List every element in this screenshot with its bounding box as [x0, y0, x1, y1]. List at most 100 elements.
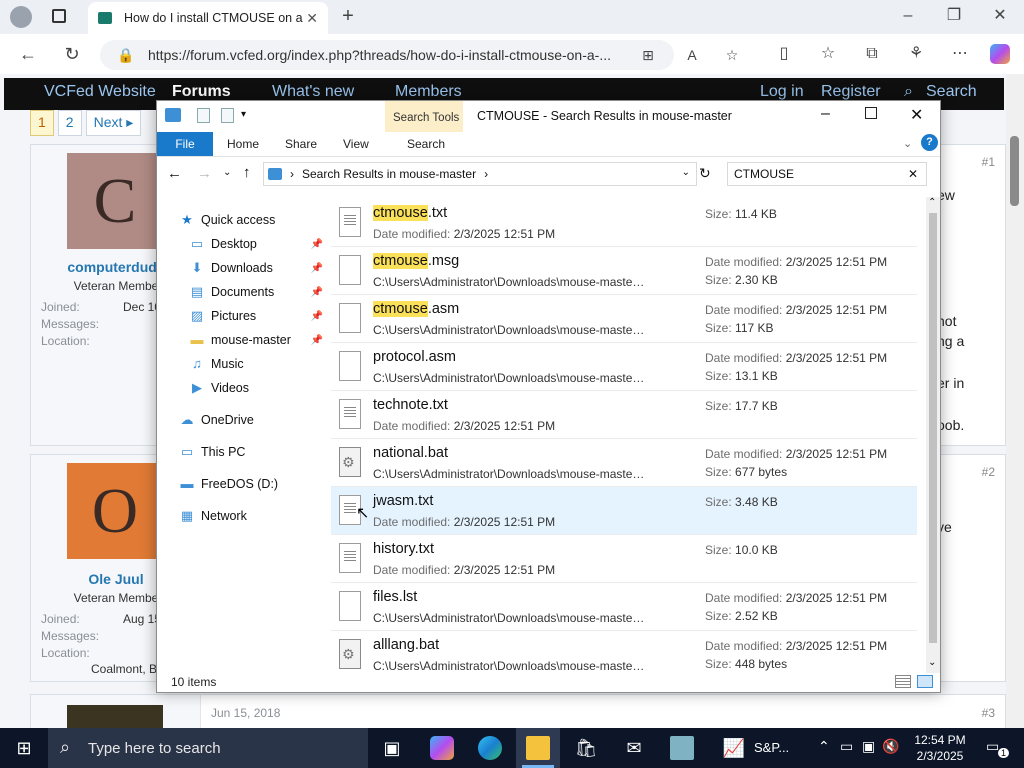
app-available-icon[interactable]: ⊞ — [636, 47, 660, 63]
pin-icon[interactable]: 📌 — [311, 239, 323, 250]
profile-icon[interactable] — [10, 6, 32, 28]
up-icon[interactable]: ↑ — [243, 164, 251, 181]
file-row[interactable]: ctmouse.asm C:\Users\Administrator\Downlo… — [331, 295, 917, 343]
avatar[interactable]: C — [67, 153, 163, 249]
address-dropdown-icon[interactable]: ⌄ — [682, 167, 690, 178]
extensions-icon[interactable]: ⚘ — [904, 46, 928, 62]
qat-dropdown-icon[interactable]: ▾ — [241, 109, 246, 120]
new-tab-icon[interactable]: + — [336, 6, 360, 26]
breadcrumb-item[interactable]: Search Results in mouse-master — [302, 167, 476, 181]
tab-search[interactable]: Search — [407, 137, 445, 151]
pin-icon[interactable]: 📌 — [311, 311, 323, 322]
tray-overflow-icon[interactable]: ⌃ — [818, 738, 830, 755]
nav-item-music[interactable]: ♫ Music — [189, 353, 323, 375]
file-list-scroll-thumb[interactable] — [929, 213, 937, 643]
page-1[interactable]: 1 — [30, 110, 54, 136]
stock-chart-icon[interactable]: 📈 — [722, 736, 746, 760]
nav-log-in[interactable]: Log in — [760, 83, 804, 101]
clock[interactable]: 12:54 PM 2/3/2025 — [900, 732, 980, 764]
details-view-icon[interactable] — [895, 675, 911, 688]
mail-icon[interactable]: ✉ — [622, 736, 646, 760]
file-row[interactable]: national.bat C:\Users\Administrator\Downl… — [331, 439, 917, 487]
nav-item-downloads[interactable]: ⬇ Downloads 📌 — [189, 257, 323, 279]
nav-vcfed-website[interactable]: VCFed Website — [44, 83, 156, 101]
stock-label[interactable]: S&P... — [754, 740, 789, 755]
task-view-icon[interactable]: ▣ — [380, 736, 404, 760]
file-row[interactable]: ctmouse.msg C:\Users\Administrator\Downlo… — [331, 247, 917, 295]
read-aloud-icon[interactable]: A — [680, 47, 704, 63]
tab-view[interactable]: View — [343, 137, 369, 151]
url-field[interactable]: 🔒 https://forum.vcfed.org/index.php?thre… — [100, 40, 738, 70]
forward-icon[interactable]: → — [197, 165, 212, 182]
file-row[interactable]: jwasm.txt Date modified: 2/3/2025 12:51 P… — [331, 487, 917, 535]
restore-icon[interactable]: ❐ — [942, 8, 966, 24]
pin-icon[interactable]: 📌 — [311, 263, 323, 274]
pin-icon[interactable]: 📌 — [311, 287, 323, 298]
avatar[interactable]: O — [67, 463, 163, 559]
close-tab-icon[interactable]: ✕ — [306, 10, 318, 27]
page-2[interactable]: 2 — [57, 110, 82, 136]
file-row[interactable]: ctmouse.txt Date modified: 2/3/2025 12:51… — [331, 199, 917, 247]
nav-whats-new[interactable]: What's new — [272, 83, 354, 101]
search-input[interactable]: CTMOUSE ✕ — [727, 162, 927, 186]
nav-register[interactable]: Register — [821, 83, 881, 101]
help-icon[interactable]: ? — [921, 134, 938, 151]
app-icon[interactable] — [670, 736, 694, 760]
store-icon[interactable]: 🛍 — [574, 736, 598, 760]
page-scroll-thumb[interactable] — [1010, 136, 1019, 206]
search-icon[interactable]: ⌕ — [904, 83, 913, 101]
favorites-icon[interactable]: ▯ — [772, 46, 796, 62]
nav-item-mouse-master[interactable]: ▬ mouse-master 📌 — [189, 329, 324, 351]
more-icon[interactable]: ⋯ — [948, 46, 972, 62]
start-windows-icon[interactable]: ⊞ — [12, 736, 36, 760]
collections-icon[interactable]: ☆ — [816, 46, 840, 62]
tab-file[interactable]: File — [157, 132, 213, 156]
new-folder-icon[interactable] — [221, 108, 234, 123]
maximize-icon[interactable] — [865, 107, 877, 119]
copilot-icon[interactable] — [430, 736, 454, 760]
nav-item-documents[interactable]: ▤ Documents 📌 — [189, 281, 323, 303]
nav-item-pictures[interactable]: ▨ Pictures 📌 — [189, 305, 323, 327]
volume-icon[interactable]: 🔇 — [882, 738, 899, 755]
tab-actions-icon[interactable] — [52, 9, 66, 23]
back-icon[interactable]: ← — [167, 165, 182, 182]
edge-icon[interactable] — [478, 736, 502, 760]
breadcrumb[interactable]: › Search Results in mouse-master › ⌄ — [263, 162, 697, 186]
nav-forums[interactable]: Forums — [172, 83, 231, 101]
meet-icon[interactable]: ▭ — [840, 738, 853, 755]
clear-search-icon[interactable]: ✕ — [908, 167, 918, 181]
nav-search[interactable]: Search — [926, 83, 977, 101]
nav-item-videos[interactable]: ▶ Videos — [189, 377, 323, 399]
nav-item-onedrive[interactable]: ☁ OneDrive — [179, 409, 313, 431]
close-window-icon[interactable]: ✕ — [988, 8, 1012, 24]
back-icon[interactable]: ← — [16, 45, 40, 63]
post-number[interactable]: #2 — [982, 465, 995, 479]
file-row[interactable]: protocol.asm C:\Users\Administrator\Downl… — [331, 343, 917, 391]
post-number[interactable]: #3 — [982, 706, 995, 720]
nav-item-desktop[interactable]: ▭ Desktop 📌 — [189, 233, 323, 255]
scroll-down-icon[interactable]: ⌄ — [928, 657, 936, 668]
file-row[interactable]: files.lst C:\Users\Administrator\Download… — [331, 583, 917, 631]
file-row[interactable]: history.txt Date modified: 2/3/2025 12:51… — [331, 535, 917, 583]
explorer-title-bar[interactable]: ▾ CTMOUSE - Search Results in mouse-mast… — [157, 101, 940, 132]
taskbar-search[interactable]: ⌕ Type here to search — [48, 728, 368, 768]
nav-item-quick-access[interactable]: ★ Quick access — [179, 209, 313, 231]
ribbon-expand-icon[interactable]: ⌄ — [903, 137, 912, 150]
tab-share[interactable]: Share — [285, 137, 317, 151]
close-icon[interactable]: ✕ — [910, 105, 923, 125]
scroll-up-icon[interactable]: ⌃ — [928, 197, 936, 208]
file-explorer-icon[interactable] — [526, 736, 550, 760]
nav-item-freedos-d[interactable]: ▬ FreeDOS (D:) — [179, 473, 313, 495]
favorite-star-icon[interactable]: ☆ — [720, 47, 744, 63]
page-next[interactable]: Next ▸ — [85, 110, 142, 136]
nav-item-this-pc[interactable]: ▭ This PC — [179, 441, 313, 463]
browser-tab[interactable]: How do I install CTMOUSE on a c ✕ — [88, 2, 328, 34]
file-row[interactable]: technote.txt Date modified: 2/3/2025 12:5… — [331, 391, 917, 439]
minimize-icon[interactable]: – — [896, 8, 920, 24]
nav-members[interactable]: Members — [395, 83, 462, 101]
properties-icon[interactable] — [197, 108, 210, 123]
tab-home[interactable]: Home — [227, 137, 259, 151]
large-icons-view-icon[interactable] — [917, 675, 933, 688]
refresh-icon[interactable]: ↻ — [60, 45, 84, 63]
pin-icon[interactable]: 📌 — [311, 335, 323, 346]
